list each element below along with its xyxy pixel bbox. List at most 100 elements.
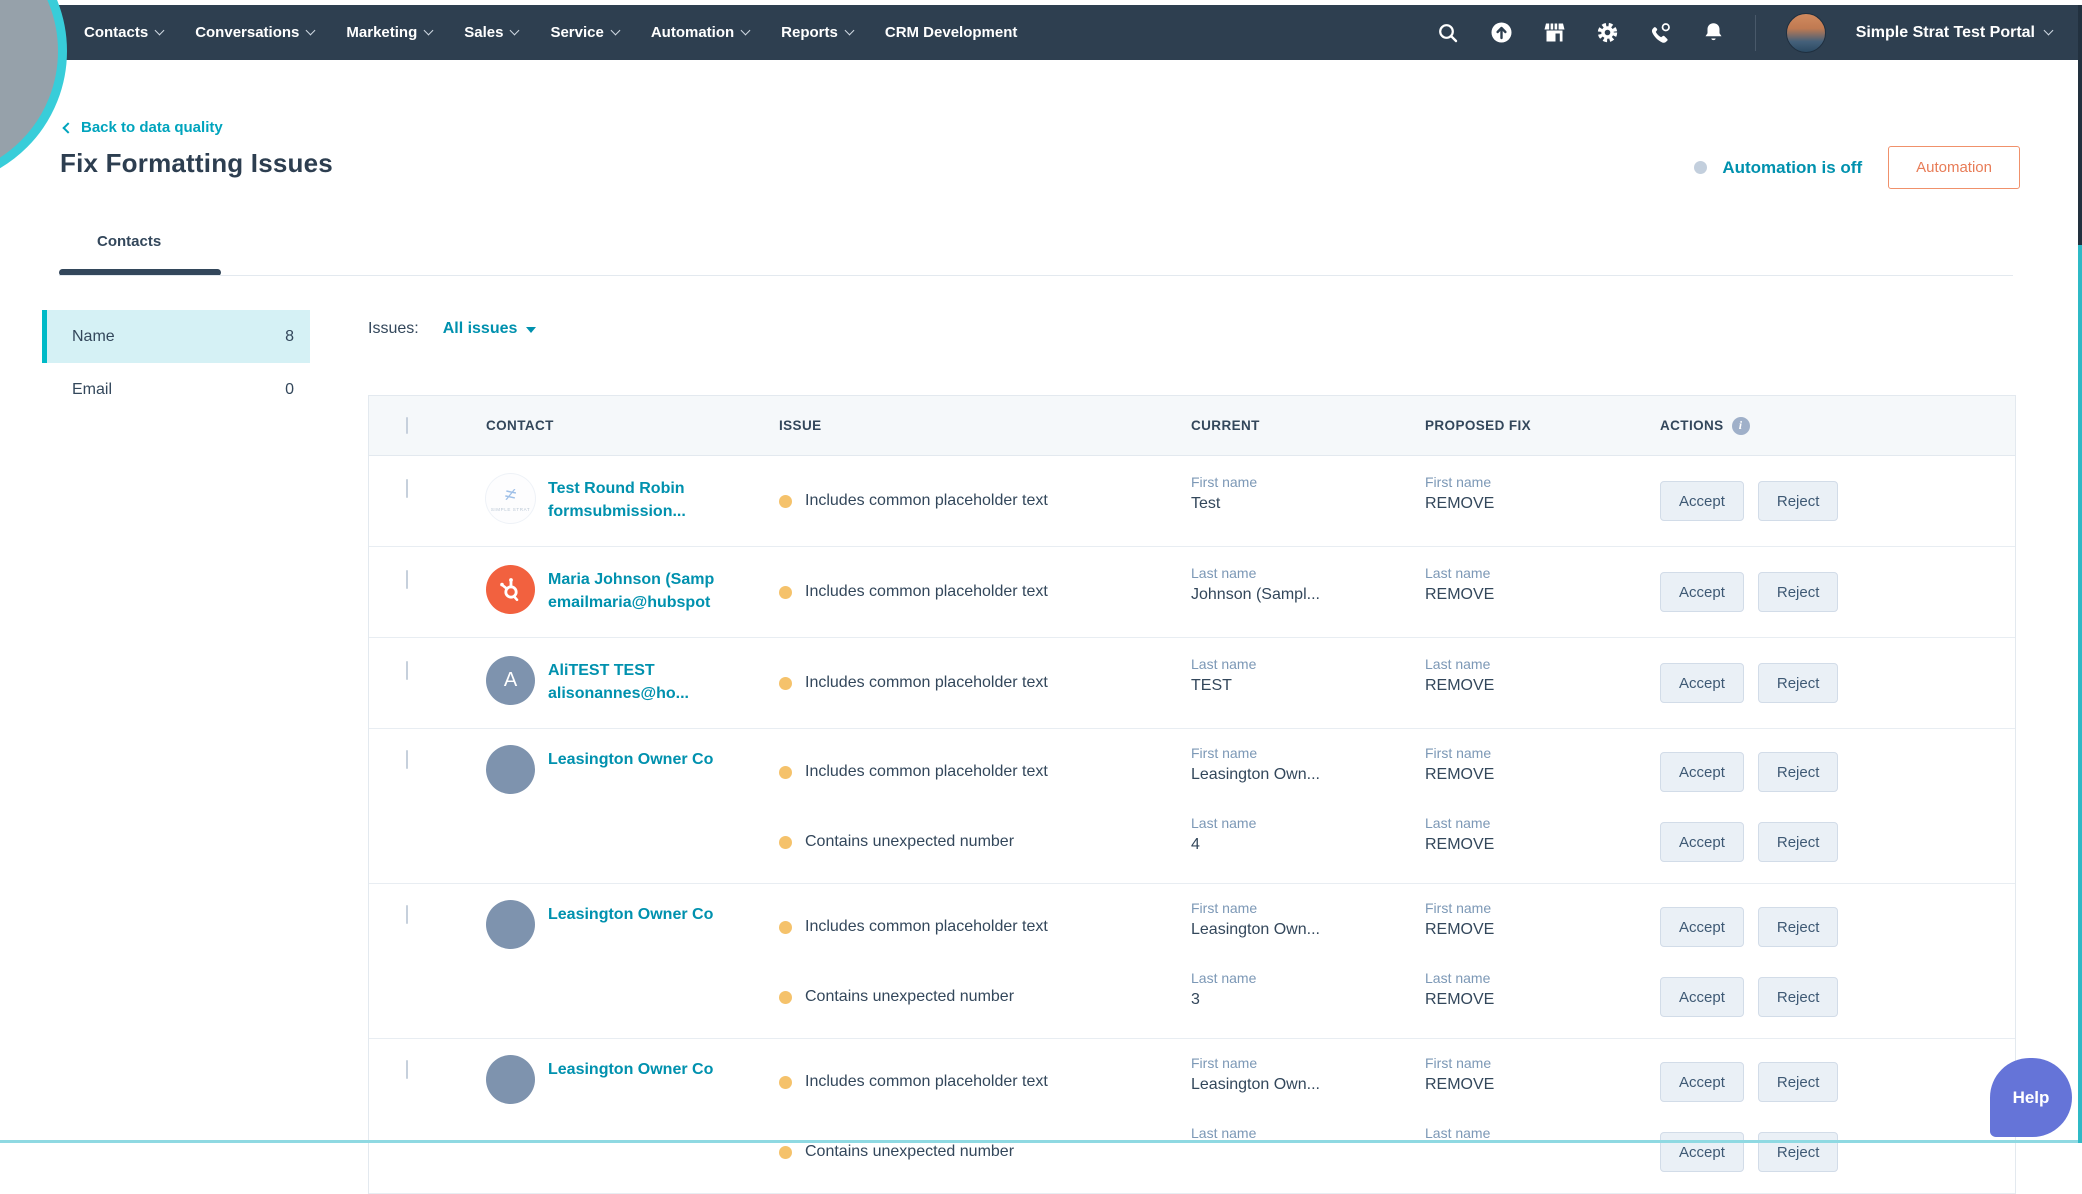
- portal-switcher[interactable]: Simple Strat Test Portal: [1856, 24, 2052, 42]
- accept-button[interactable]: Accept: [1660, 752, 1744, 792]
- accept-button[interactable]: Accept: [1660, 572, 1744, 612]
- current-field-label: Last name: [1191, 970, 1425, 986]
- issue-description: Contains unexpected number: [805, 1143, 1014, 1161]
- row-checkbox[interactable]: [406, 1060, 408, 1079]
- accept-button[interactable]: Accept: [1660, 1062, 1744, 1102]
- issue-description: Includes common placeholder text: [805, 583, 1048, 601]
- reject-button[interactable]: Reject: [1758, 907, 1839, 947]
- row-checkbox[interactable]: [406, 905, 408, 924]
- upload-icon[interactable]: [1490, 21, 1513, 44]
- nav-item-crm-development[interactable]: CRM Development: [885, 24, 1018, 41]
- reject-button[interactable]: Reject: [1758, 663, 1839, 703]
- contact-avatar[interactable]: [486, 745, 535, 794]
- tab-contacts[interactable]: Contacts: [97, 233, 161, 250]
- contact-avatar[interactable]: A: [486, 656, 535, 705]
- column-header-proposed-fix[interactable]: PROPOSED FIX: [1425, 418, 1660, 433]
- warning-dot-icon: [779, 921, 792, 934]
- column-header-contact[interactable]: CONTACT: [486, 418, 779, 433]
- current-field-label: Last name: [1191, 815, 1425, 831]
- warning-dot-icon: [779, 586, 792, 599]
- contact-name-link[interactable]: Leasington Owner Co: [548, 1055, 713, 1081]
- chevron-down-icon: [155, 26, 165, 36]
- table-body: ≠ SIMPLE STRAT Test Round Robinformsubmi…: [369, 456, 2015, 1194]
- reject-button[interactable]: Reject: [1758, 977, 1839, 1017]
- warning-dot-icon: [779, 1146, 792, 1159]
- proposed-fix-field-value: REMOVE: [1425, 586, 1660, 604]
- row-checkbox[interactable]: [406, 479, 408, 498]
- select-all-checkbox[interactable]: [406, 417, 408, 434]
- search-icon[interactable]: [1437, 21, 1460, 44]
- column-header-current[interactable]: CURRENT: [1191, 418, 1425, 433]
- contact-name-link[interactable]: Maria Johnson (Sampemailmaria@hubspot: [548, 565, 714, 614]
- caret-down-icon: [526, 327, 536, 333]
- reject-button[interactable]: Reject: [1758, 572, 1839, 612]
- accept-button[interactable]: Accept: [1660, 663, 1744, 703]
- current-field-label: Last name: [1191, 565, 1425, 581]
- sidebar-item-label: Name: [72, 328, 115, 346]
- proposed-fix-field-value: REMOVE: [1425, 836, 1660, 854]
- sidebar-item-email[interactable]: Email 0: [42, 363, 310, 416]
- proposed-fix-field-value: REMOVE: [1425, 991, 1660, 1009]
- column-header-issue[interactable]: ISSUE: [779, 418, 1191, 433]
- warning-dot-icon: [779, 1076, 792, 1089]
- proposed-fix-field-value: REMOVE: [1425, 921, 1660, 939]
- row-checkbox[interactable]: [406, 661, 408, 680]
- row-checkbox[interactable]: [406, 750, 408, 769]
- contact-avatar[interactable]: [486, 565, 535, 614]
- sidebar-item-name[interactable]: Name 8: [42, 310, 310, 363]
- row-checkbox[interactable]: [406, 570, 408, 589]
- nav-item-conversations[interactable]: Conversations: [195, 24, 314, 41]
- marketplace-icon[interactable]: [1543, 21, 1566, 44]
- issue-description: Includes common placeholder text: [805, 763, 1048, 781]
- contact-avatar[interactable]: ≠ SIMPLE STRAT: [486, 474, 535, 523]
- back-to-data-quality-link[interactable]: Back to data quality: [64, 119, 223, 136]
- reject-button[interactable]: Reject: [1758, 822, 1839, 862]
- accept-button[interactable]: Accept: [1660, 1132, 1744, 1172]
- contact-name-link[interactable]: Test Round Robinformsubmission...: [548, 474, 686, 523]
- proposed-fix-field-value: REMOVE: [1425, 766, 1660, 784]
- settings-gear-icon[interactable]: [1596, 21, 1619, 44]
- nav-item-marketing[interactable]: Marketing: [346, 24, 432, 41]
- reject-button[interactable]: Reject: [1758, 752, 1839, 792]
- calling-phone-icon[interactable]: [1649, 21, 1672, 44]
- table-header-row: CONTACT ISSUE CURRENT PROPOSED FIX ACTIO…: [369, 396, 2015, 456]
- contact-avatar[interactable]: [486, 900, 535, 949]
- proposed-fix-field-value: REMOVE: [1425, 677, 1660, 695]
- chevron-down-icon: [844, 26, 854, 36]
- current-field-value: TEST: [1191, 677, 1425, 695]
- issues-filter-dropdown[interactable]: All issues: [443, 320, 537, 338]
- frame-edge-right-dark: [2078, 5, 2082, 245]
- reject-button[interactable]: Reject: [1758, 1062, 1839, 1102]
- reject-button[interactable]: Reject: [1758, 481, 1839, 521]
- nav-item-sales[interactable]: Sales: [464, 24, 518, 41]
- info-icon[interactable]: i: [1732, 417, 1750, 435]
- contact-name-link[interactable]: AliTEST TESTalisonannes@ho...: [548, 656, 689, 705]
- user-avatar[interactable]: [1786, 13, 1826, 53]
- accept-button[interactable]: Accept: [1660, 907, 1744, 947]
- nav-item-contacts[interactable]: Contacts: [84, 24, 163, 41]
- issue-description: Includes common placeholder text: [805, 492, 1048, 510]
- current-field-label: First name: [1191, 900, 1425, 916]
- page-title: Fix Formatting Issues: [60, 148, 333, 179]
- nav-item-reports[interactable]: Reports: [781, 24, 853, 41]
- help-button[interactable]: Help: [1990, 1058, 2072, 1137]
- contact-name-link[interactable]: Leasington Owner Co: [548, 745, 713, 771]
- reject-button[interactable]: Reject: [1758, 1132, 1839, 1172]
- current-field-label: First name: [1191, 1055, 1425, 1071]
- contact-avatar[interactable]: [486, 1055, 535, 1104]
- current-field-value: Leasington Own...: [1191, 1076, 1425, 1094]
- simple-strat-logo-caption: SIMPLE STRAT: [491, 507, 530, 512]
- proposed-fix-field-label: Last name: [1425, 565, 1660, 581]
- nav-item-automation[interactable]: Automation: [651, 24, 749, 41]
- accept-button[interactable]: Accept: [1660, 977, 1744, 1017]
- automation-button[interactable]: Automation: [1888, 146, 2020, 189]
- notifications-bell-icon[interactable]: [1702, 21, 1725, 44]
- accept-button[interactable]: Accept: [1660, 822, 1744, 862]
- accept-button[interactable]: Accept: [1660, 481, 1744, 521]
- webcam-overlay-arc: [0, 0, 67, 187]
- nav-item-label: Sales: [464, 24, 503, 41]
- nav-item-service[interactable]: Service: [550, 24, 618, 41]
- sidebar-item-label: Email: [72, 381, 112, 399]
- issue-description: Contains unexpected number: [805, 833, 1014, 851]
- contact-name-link[interactable]: Leasington Owner Co: [548, 900, 713, 926]
